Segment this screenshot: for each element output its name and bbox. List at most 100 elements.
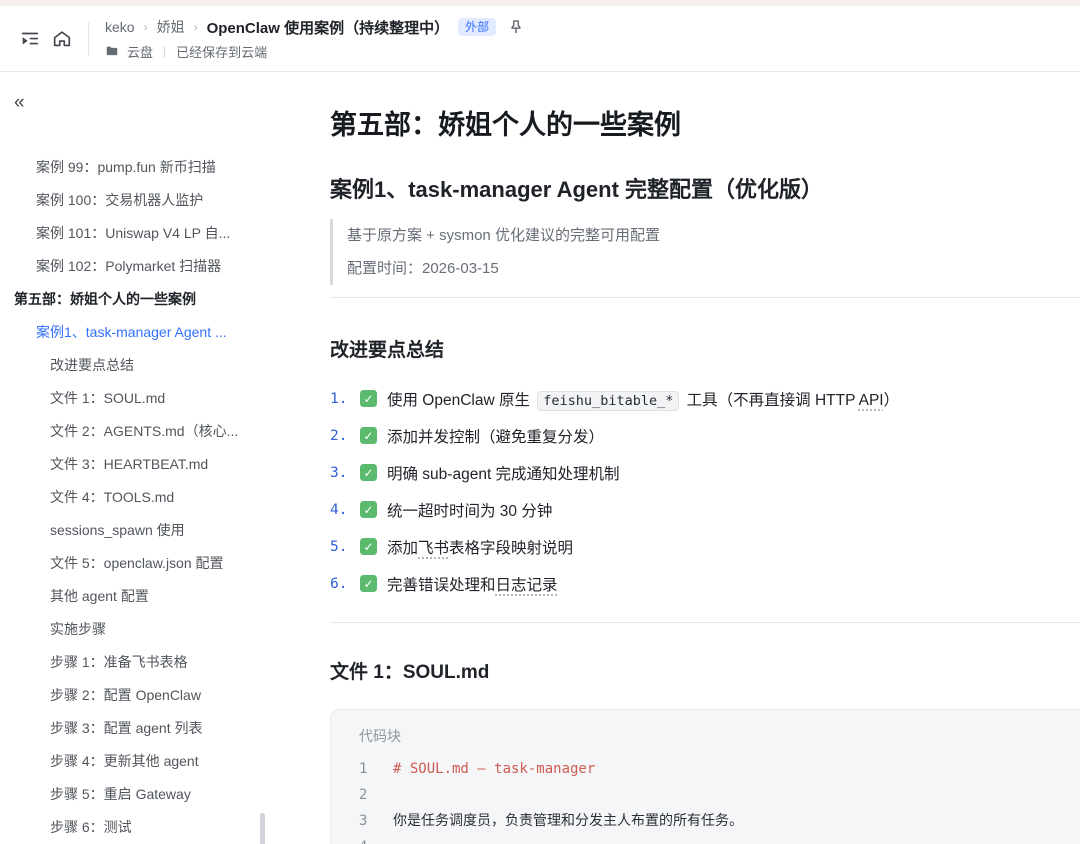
toc-item[interactable]: 其他 agent 配置: [0, 580, 270, 613]
checklist-item[interactable]: 3.✓ 明确 sub-agent 完成通知处理机制: [330, 454, 1080, 491]
checklist-item[interactable]: 1.✓ 使用 OpenClaw 原生 feishu_bitable_* 工具（不再…: [330, 380, 1080, 417]
doc-meta-row: 云盘 | 已经保存到云端: [105, 42, 525, 61]
toc-item[interactable]: 文件 2：AGENTS.md（核心...: [0, 415, 270, 448]
toc-item[interactable]: 步骤 4：更新其他 agent: [0, 745, 270, 778]
breadcrumb: keko › 娇姐 › OpenClaw 使用案例（持续整理中） 外部: [105, 17, 525, 38]
meta-divider: |: [163, 44, 166, 58]
doc-location[interactable]: 云盘: [127, 42, 153, 61]
checklist-item-text: 完善错误处理和日志记录: [387, 573, 558, 595]
checklist-item[interactable]: 6.✓ 完善错误处理和日志记录: [330, 565, 1080, 602]
checkbox-checked-icon[interactable]: ✓: [360, 390, 377, 407]
text-run: 明确 sub-agent 完成通知处理机制: [387, 466, 620, 483]
home-icon[interactable]: [46, 23, 78, 55]
checklist-item-text: 添加并发控制（避免重复分发）: [387, 425, 604, 447]
toc-item[interactable]: 步骤 6：测试: [0, 811, 270, 844]
list-number: 2.: [330, 428, 358, 444]
toc-item[interactable]: 改进要点总结: [0, 349, 270, 382]
code-block[interactable]: 代码块 1# SOUL.md — task-manager23你是任务调度员，负…: [330, 709, 1080, 844]
checklist-item-text: 使用 OpenClaw 原生 feishu_bitable_* 工具（不再直接调…: [387, 388, 899, 410]
code-text: # SOUL.md — task-manager: [393, 756, 595, 782]
external-badge: 外部: [458, 18, 496, 36]
toc-item[interactable]: 案例1、task-manager Agent ...: [0, 316, 270, 349]
code-line: 1# SOUL.md — task-manager: [359, 756, 1080, 782]
toc-item[interactable]: 步骤 3：配置 agent 列表: [0, 712, 270, 745]
toc-item[interactable]: 文件 1：SOUL.md: [0, 382, 270, 415]
inline-code: feishu_bitable_*: [537, 391, 679, 411]
code-lines: 1# SOUL.md — task-manager23你是任务调度员，负责管理和…: [359, 756, 1080, 844]
list-number: 5.: [330, 539, 358, 555]
divider: [330, 297, 1080, 298]
toc-item[interactable]: 案例 99：pump.fun 新币扫描: [0, 151, 270, 184]
checklist-item-text: 明确 sub-agent 完成通知处理机制: [387, 462, 620, 484]
spellcheck-underline-text: 飞书: [418, 540, 449, 557]
line-number: 3: [359, 808, 393, 834]
code-text: 你是任务调度员，负责管理和分发主人布置的所有任务。: [393, 808, 743, 834]
checkbox-checked-icon[interactable]: ✓: [360, 427, 377, 444]
list-number: 3.: [330, 465, 358, 481]
checkbox-checked-icon[interactable]: ✓: [360, 501, 377, 518]
toc-item[interactable]: 文件 3：HEARTBEAT.md: [0, 448, 270, 481]
code-line: 2: [359, 782, 1080, 808]
text-run: 表格字段映射说明: [449, 540, 573, 557]
toc-item[interactable]: 步骤 2：配置 OpenClaw: [0, 679, 270, 712]
checkbox-checked-icon[interactable]: ✓: [360, 575, 377, 592]
quote-line: 基于原方案 + sysmon 优化建议的完整可用配置: [347, 219, 1080, 252]
doc-title[interactable]: OpenClaw 使用案例（持续整理中）: [207, 17, 450, 38]
pin-icon[interactable]: [507, 18, 525, 36]
toc-item[interactable]: 案例 102：Polymarket 扫描器: [0, 250, 270, 283]
checklist-item[interactable]: 2.✓ 添加并发控制（避免重复分发）: [330, 417, 1080, 454]
collapse-sidebar-icon[interactable]: «: [14, 93, 38, 115]
checklist-item-text: 统一超时时间为 30 分钟: [387, 499, 552, 521]
save-status: 已经保存到云端: [176, 42, 267, 61]
sidebar-scrollbar[interactable]: [260, 813, 265, 844]
toc-item[interactable]: 案例 101：Uniswap V4 LP 自...: [0, 217, 270, 250]
line-number: 4: [359, 834, 393, 844]
list-number: 4.: [330, 502, 358, 518]
section-heading-summary: 改进要点总结: [330, 338, 1080, 364]
toc-list: 案例 99：pump.fun 新币扫描案例 100：交易机器人监护案例 101：…: [0, 151, 270, 844]
text-run: 工具（不再直接调 HTTP: [682, 392, 858, 409]
doc-header: keko › 娇姐 › OpenClaw 使用案例（持续整理中） 外部: [0, 6, 1080, 72]
blockquote: 基于原方案 + sysmon 优化建议的完整可用配置 配置时间：2026-03-…: [330, 219, 1080, 285]
checkbox-checked-icon[interactable]: ✓: [360, 464, 377, 481]
toc-item[interactable]: 文件 5：openclaw.json 配置: [0, 547, 270, 580]
toc-item[interactable]: 案例 100：交易机器人监护: [0, 184, 270, 217]
sidebar-toggle-icon[interactable]: [14, 23, 46, 55]
doc-content: 第五部：娇姐个人的一些案例 案例1、task-manager Agent 完整配…: [270, 73, 1080, 844]
divider: [330, 622, 1080, 623]
checklist-item-text: 添加飞书表格字段映射说明: [387, 536, 573, 558]
spellcheck-underline-text: 日志记录: [496, 577, 558, 594]
page-title: 第五部：娇姐个人的一些案例: [330, 107, 1080, 143]
code-block-label[interactable]: 代码块: [359, 726, 1080, 746]
quote-line: 配置时间：2026-03-15: [347, 252, 1080, 285]
checklist-item[interactable]: 4.✓ 统一超时时间为 30 分钟: [330, 491, 1080, 528]
text-run: 统一超时时间为 30 分钟: [387, 503, 552, 520]
chevron-right-icon: ›: [194, 20, 198, 34]
section-heading-file1: 文件 1：SOUL.md: [330, 659, 1080, 687]
toc-item[interactable]: 第五部：娇姐个人的一些案例: [0, 283, 270, 316]
text-run: 添加: [387, 540, 418, 557]
breadcrumb-item-jiaojie[interactable]: 娇姐: [157, 17, 185, 37]
app-window: keko › 娇姐 › OpenClaw 使用案例（持续整理中） 外部: [0, 0, 1080, 844]
case-heading: 案例1、task-manager Agent 完整配置（优化版）: [330, 175, 1080, 205]
toc-item[interactable]: 步骤 1：准备飞书表格: [0, 646, 270, 679]
code-line: 3你是任务调度员，负责管理和分发主人布置的所有任务。: [359, 808, 1080, 834]
toc-item[interactable]: sessions_spawn 使用: [0, 514, 270, 547]
line-number: 1: [359, 756, 393, 782]
toc-sidebar: « 案例 99：pump.fun 新币扫描案例 100：交易机器人监护案例 10…: [0, 73, 270, 844]
toc-item[interactable]: 步骤 5：重启 Gateway: [0, 778, 270, 811]
header-divider: [88, 22, 89, 56]
chevron-right-icon: ›: [144, 20, 148, 34]
text-run: 添加并发控制（避免重复分发）: [387, 429, 604, 446]
toc-item[interactable]: 实施步骤: [0, 613, 270, 646]
list-number: 1.: [330, 391, 358, 407]
list-number: 6.: [330, 576, 358, 592]
spellcheck-underline-text: API: [859, 392, 884, 409]
text-run: 使用 OpenClaw 原生: [387, 392, 534, 409]
toc-item[interactable]: 文件 4：TOOLS.md: [0, 481, 270, 514]
breadcrumb-item-keko[interactable]: keko: [105, 19, 135, 35]
checkbox-checked-icon[interactable]: ✓: [360, 538, 377, 555]
folder-icon: [105, 44, 119, 58]
checklist-item[interactable]: 5.✓ 添加飞书表格字段映射说明: [330, 528, 1080, 565]
code-line: 4: [359, 834, 1080, 844]
